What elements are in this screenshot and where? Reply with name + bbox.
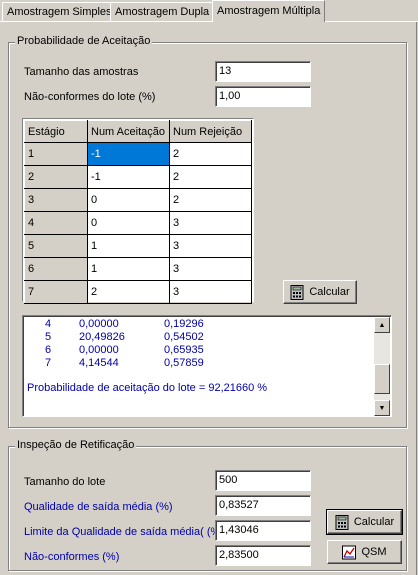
result-stage: 5 [45, 331, 52, 343]
result-value-a: 20,49826 [79, 331, 125, 343]
grid-cell-acceptance[interactable]: 1 [87, 234, 170, 258]
grid-cell-stage: 4 [24, 211, 88, 235]
nonconforming-input[interactable]: 1,00 [215, 86, 311, 107]
acceptance-legend: Probabilidade de Aceitação [15, 35, 153, 47]
aoql-label: Limite da Qualidade de saída média( (%) [24, 526, 224, 538]
acceptance-summary: Probabilidade de aceitação do lote = 92,… [27, 382, 268, 394]
calculator-icon [335, 514, 349, 530]
sample-size-label: Tamanho das amostras [24, 66, 139, 78]
grid-cell-acceptance[interactable]: 1 [87, 257, 170, 281]
calculate-acceptance-label: Calcular [309, 286, 350, 298]
grid-row: 5 1 3 [24, 234, 252, 258]
grid-row: 1 -1 2 [24, 142, 252, 166]
calculate-rectification-button[interactable]: Calcular [326, 509, 403, 535]
lot-size-label: Tamanho do lote [24, 476, 106, 488]
result-stage: 7 [45, 357, 52, 369]
grid-cell-stage: 6 [24, 257, 88, 281]
result-value-b: 0,57859 [164, 357, 204, 369]
calculate-acceptance-button[interactable]: Calcular [283, 280, 357, 304]
panel-edge [416, 21, 417, 575]
result-stage: 4 [45, 318, 52, 330]
grid-cell-rejection[interactable]: 2 [169, 165, 252, 189]
grid-row: 4 0 3 [24, 211, 252, 235]
aoql-output[interactable]: 1,43046 [215, 520, 311, 541]
results-memo[interactable]: 4 0,00000 0,19296 5 20,49826 0,54502 6 0… [22, 315, 392, 417]
grid-cell-rejection[interactable]: 3 [169, 211, 252, 235]
grid-cell-stage: 1 [24, 142, 88, 166]
grid-cell-stage: 3 [24, 188, 88, 212]
memo-scrollbar[interactable]: ▲ ▼ [374, 317, 390, 416]
grid-cell-acceptance[interactable]: -1 [87, 165, 170, 189]
chart-icon [342, 545, 357, 560]
aoq-output[interactable]: 0,83527 [215, 495, 311, 516]
grid-row: 6 1 3 [24, 257, 252, 281]
grid-cell-acceptance[interactable]: 2 [87, 280, 170, 304]
grid-row: 7 2 3 [24, 280, 252, 304]
calculator-icon [290, 284, 304, 300]
grid-cell-stage: 7 [24, 280, 88, 304]
nonconforming-rect-output[interactable]: 2,83500 [215, 545, 311, 566]
tab-divider [0, 21, 418, 22]
grid-cell-rejection[interactable]: 2 [169, 142, 252, 166]
result-value-b: 0,65935 [164, 344, 204, 356]
calculate-rectification-label: Calcular [353, 516, 395, 528]
grid-header-rejection: Num Rejeição [169, 120, 252, 143]
sample-size-input[interactable]: 13 [215, 61, 311, 82]
grid-header-stage: Estágio [24, 120, 88, 143]
grid-cell-rejection[interactable]: 2 [169, 188, 252, 212]
result-value-b: 0,54502 [164, 331, 204, 343]
grid-cell-rejection[interactable]: 3 [169, 280, 252, 304]
stages-grid[interactable]: Estágio Num Aceitação Num Rejeição 1 -1 … [22, 118, 254, 304]
scroll-up-arrow-icon[interactable]: ▲ [374, 317, 390, 333]
grid-cell-stage: 2 [24, 165, 88, 189]
result-value-a: 0,00000 [79, 344, 119, 356]
grid-cell-acceptance[interactable]: 0 [87, 211, 170, 235]
grid-cell-rejection[interactable]: 3 [169, 257, 252, 281]
tab-strip: Amostragem Simples Amostragem Dupla Amos… [0, 0, 418, 22]
grid-header-acceptance: Num Aceitação [87, 120, 170, 143]
scroll-down-arrow-icon[interactable]: ▼ [374, 400, 390, 416]
nonconforming-label: Não-conformes do lote (%) [24, 91, 156, 103]
grid-cell-acceptance[interactable]: -1 [87, 142, 170, 166]
result-stage: 6 [45, 344, 52, 356]
grid-row: 2 -1 2 [24, 165, 252, 189]
grid-cell-rejection[interactable]: 3 [169, 234, 252, 258]
tab-amostragem-simples[interactable]: Amostragem Simples [2, 2, 117, 22]
tab-amostragem-multipla[interactable]: Amostragem Múltipla [212, 0, 326, 22]
grid-cell-stage: 5 [24, 234, 88, 258]
lot-size-input[interactable]: 500 [215, 470, 311, 491]
aoq-label: Qualidade de saída média (%) [24, 501, 173, 513]
qsm-label: QSM [361, 546, 387, 558]
qsm-button[interactable]: QSM [327, 540, 402, 564]
tab-amostragem-dupla[interactable]: Amostragem Dupla [110, 2, 215, 22]
result-value-a: 0,00000 [79, 318, 119, 330]
scroll-thumb[interactable] [374, 364, 390, 394]
grid-row: 3 0 2 [24, 188, 252, 212]
nonconforming-rect-label: Não-conformes (%) [24, 551, 120, 563]
rectification-legend: Inspeção de Retificação [15, 439, 137, 451]
grid-cell-acceptance[interactable]: 0 [87, 188, 170, 212]
result-value-a: 4,14544 [79, 357, 119, 369]
grid-header-row: Estágio Num Aceitação Num Rejeição [24, 120, 252, 143]
result-value-b: 0,19296 [164, 318, 204, 330]
